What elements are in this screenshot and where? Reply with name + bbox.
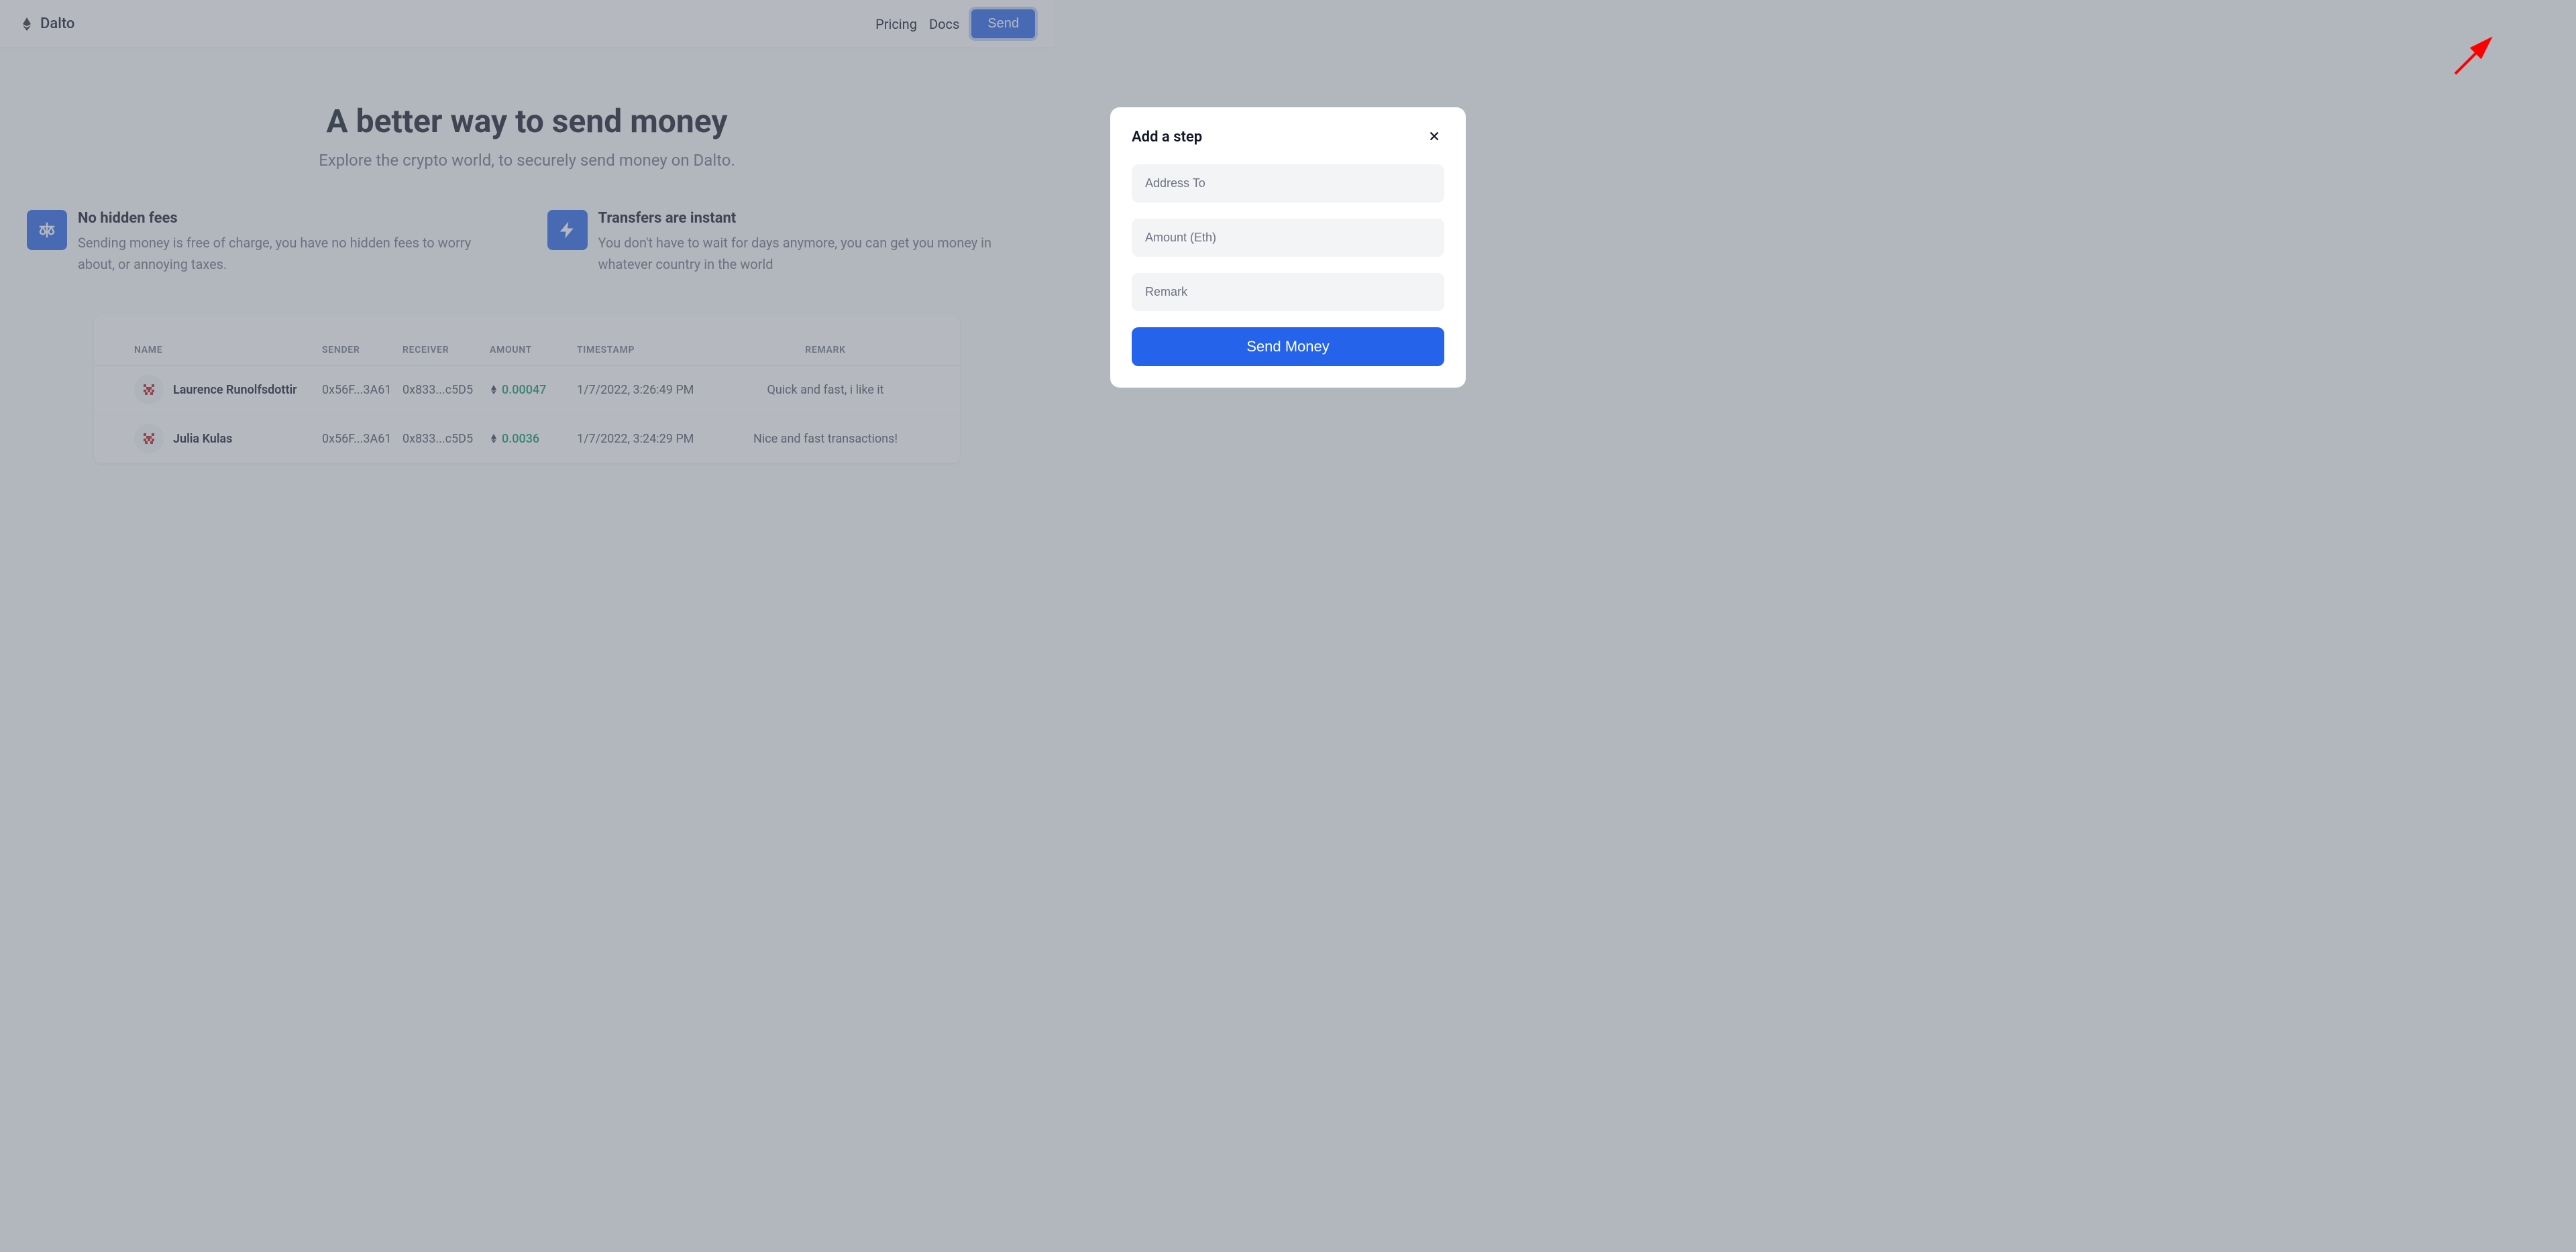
- modal-header: Add a step: [1132, 126, 1444, 148]
- address-input[interactable]: [1132, 164, 1444, 203]
- modal-title: Add a step: [1132, 129, 1202, 146]
- close-icon: [1427, 129, 1442, 144]
- amount-input[interactable]: [1132, 219, 1444, 257]
- close-button[interactable]: [1424, 126, 1444, 148]
- send-money-modal: Add a step Send Money: [1110, 107, 1466, 388]
- remark-input[interactable]: [1132, 273, 1444, 311]
- modal-overlay[interactable]: Add a step Send Money: [0, 0, 2576, 1252]
- send-money-button[interactable]: Send Money: [1132, 327, 1444, 366]
